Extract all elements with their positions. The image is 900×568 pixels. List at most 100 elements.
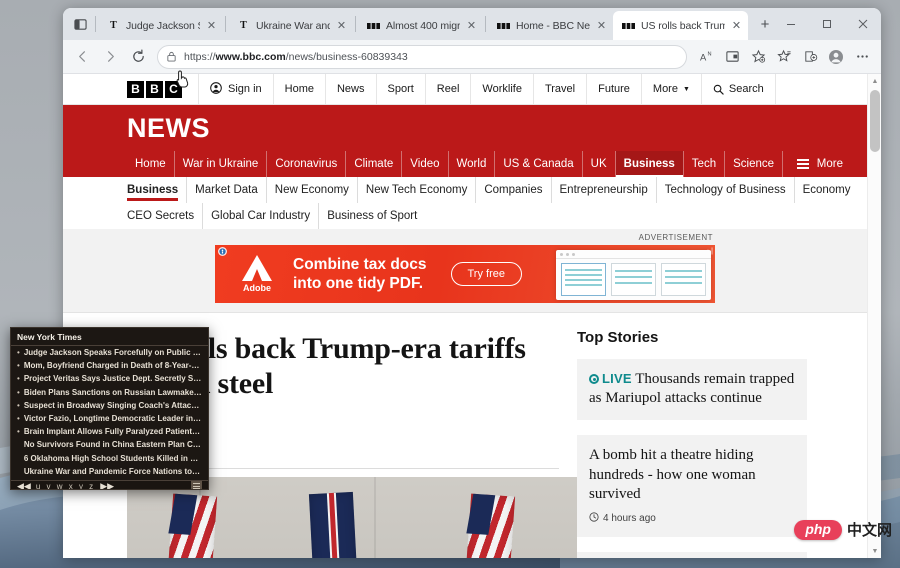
page-scrollbar[interactable]: ▲ ▼: [867, 74, 881, 558]
advertisement-label: ADVERTISEMENT: [638, 233, 713, 242]
global-nav-sport[interactable]: Sport: [375, 74, 425, 104]
browser-tab-active[interactable]: US rolls back Trump-e ✕: [613, 11, 748, 40]
address-bar[interactable]: https://www.bbc.com/news/business-608393…: [157, 44, 687, 69]
advertisement-cta-button[interactable]: Try free: [450, 262, 522, 286]
tab-title: Ukraine War and Pande: [256, 19, 330, 32]
section-nav-home[interactable]: Home: [127, 151, 174, 177]
previous-button[interactable]: ◀◀: [17, 481, 31, 489]
browser-tab[interactable]: Almost 400 migrants c ✕: [358, 11, 483, 40]
tab-title: Home - BBC News: [516, 19, 590, 32]
widget-headline: 6 Oklahoma High School Students Killed i…: [23, 453, 202, 463]
widget-list-item[interactable]: • Project Veritas Says Justice Dept. Sec…: [11, 374, 208, 387]
scroll-down-arrow[interactable]: ▼: [868, 544, 881, 558]
profile-icon[interactable]: [823, 44, 849, 70]
close-button[interactable]: [845, 8, 881, 39]
widget-list-item[interactable]: • 6 Oklahoma High School Students Killed…: [11, 454, 208, 467]
tab-search-icon[interactable]: [67, 11, 93, 37]
url-text: https://www.bbc.com/news/business-608393…: [184, 50, 408, 63]
advertisement-artwork-docs: [556, 259, 711, 300]
refresh-icon[interactable]: [125, 44, 151, 70]
subnav-companies[interactable]: Companies: [475, 177, 550, 203]
forward-icon[interactable]: [97, 44, 123, 70]
global-nav-search[interactable]: Search: [700, 74, 775, 104]
top-story-card[interactable]: Oligarch says he ditched mansions before…: [577, 551, 807, 558]
section-nav-uk[interactable]: UK: [581, 151, 615, 177]
global-nav-future[interactable]: Future: [586, 74, 641, 104]
global-nav-more[interactable]: More ▼: [640, 74, 701, 104]
close-icon[interactable]: ✕: [464, 18, 479, 33]
section-nav-tech[interactable]: Tech: [682, 151, 724, 177]
section-nav-video[interactable]: Video: [401, 151, 447, 177]
section-nav-science[interactable]: Science: [724, 151, 782, 177]
top-story-timestamp: 4 hours ago: [589, 512, 795, 525]
minimize-button[interactable]: [773, 8, 809, 39]
close-icon[interactable]: ✕: [204, 18, 219, 33]
top-story-card[interactable]: LIVE Thousands remain trapped as Mariupo…: [577, 359, 807, 421]
collections-icon[interactable]: [797, 44, 823, 70]
subnav-economy[interactable]: Economy: [793, 177, 859, 203]
subnav-new-tech-economy[interactable]: New Tech Economy: [356, 177, 475, 203]
widget-list-item[interactable]: • Suspect in Broadway Singing Coach's At…: [11, 401, 208, 414]
subnav-business[interactable]: Business: [127, 177, 186, 203]
top-story-headline: A bomb hit a theatre hiding hundreds - h…: [589, 447, 756, 502]
widget-list-item[interactable]: • Judge Jackson Speaks Forcefully on Pub…: [11, 348, 208, 361]
section-nav-us-canada[interactable]: US & Canada: [494, 151, 581, 177]
back-icon[interactable]: [69, 44, 95, 70]
widget-list-item[interactable]: • Victor Fazio, Longtime Democratic Lead…: [11, 414, 208, 427]
section-nav-more[interactable]: More: [781, 151, 867, 177]
add-favorite-icon[interactable]: [745, 44, 771, 70]
widget-list-item[interactable]: • Mom, Boyfriend Charged in Death of 8-Y…: [11, 361, 208, 374]
widget-headline: Mom, Boyfriend Charged in Death of 8-Yea…: [23, 361, 202, 371]
close-icon[interactable]: ✕: [334, 18, 349, 33]
account-icon: [210, 81, 222, 97]
subnav-ceo-secrets[interactable]: CEO Secrets: [127, 203, 202, 229]
immersive-reader-icon[interactable]: [719, 44, 745, 70]
widget-list-item[interactable]: • Biden Plans Sanctions on Russian Lawma…: [11, 388, 208, 401]
section-nav-climate[interactable]: Climate: [345, 151, 401, 177]
scrollbar-thumb[interactable]: [870, 90, 880, 152]
bbc-news-masthead[interactable]: NEWS: [63, 105, 867, 151]
widget-headline: Biden Plans Sanctions on Russian Lawmake…: [23, 387, 202, 397]
advertisement-banner[interactable]: ▸| Adobe Combine tax docs into one tidy …: [215, 245, 715, 303]
global-nav-home[interactable]: Home: [272, 74, 325, 104]
widget-list-item[interactable]: • No Survivors Found in China Eastern Pl…: [11, 440, 208, 453]
widget-menu-icon[interactable]: [191, 480, 202, 489]
section-nav-world[interactable]: World: [447, 151, 495, 177]
chevron-down-icon: ▼: [682, 85, 690, 93]
site-permissions-icon[interactable]: [166, 51, 177, 62]
top-story-card[interactable]: A bomb hit a theatre hiding hundreds - h…: [577, 435, 807, 537]
subnav-technology-of-business[interactable]: Technology of Business: [655, 177, 794, 203]
bbc-logo-block: B: [127, 80, 144, 98]
top-story-headline: LIVE Thousands remain trapped as Mariupo…: [589, 370, 795, 408]
browser-tab[interactable]: Home - BBC News ✕: [488, 11, 613, 40]
section-nav-business[interactable]: Business: [614, 151, 683, 178]
subnav-market-data[interactable]: Market Data: [186, 177, 266, 203]
widget-list-item[interactable]: • Ukraine War and Pandemic Force Nations…: [11, 467, 208, 480]
section-nav-war-in-ukraine[interactable]: War in Ukraine: [173, 151, 267, 177]
global-nav-news[interactable]: News: [324, 74, 376, 104]
global-nav-travel[interactable]: Travel: [532, 74, 586, 104]
subnav-business-of-sport[interactable]: Business of Sport: [318, 203, 425, 229]
subnav-entrepreneurship[interactable]: Entrepreneurship: [550, 177, 656, 203]
next-button[interactable]: ▶▶: [100, 481, 114, 489]
maximize-button[interactable]: [809, 8, 845, 39]
sign-in-label: Sign in: [228, 83, 262, 95]
favorites-icon[interactable]: [771, 44, 797, 70]
global-nav-worklife[interactable]: Worklife: [470, 74, 533, 104]
section-nav-coronavirus[interactable]: Coronavirus: [266, 151, 345, 177]
widget-list-item[interactable]: • Brain Implant Allows Fully Paralyzed P…: [11, 427, 208, 440]
settings-more-icon[interactable]: [849, 44, 875, 70]
adchoices-icon[interactable]: [218, 247, 227, 256]
read-aloud-icon[interactable]: AN: [693, 44, 719, 70]
browser-tab[interactable]: T Judge Jackson Speaks ✕: [98, 11, 223, 40]
subnav-new-economy[interactable]: New Economy: [265, 177, 357, 203]
global-nav-reel[interactable]: Reel: [424, 74, 471, 104]
browser-tab[interactable]: T Ukraine War and Pande ✕: [228, 11, 353, 40]
close-icon[interactable]: ✕: [594, 18, 609, 33]
sign-in-link[interactable]: Sign in: [198, 74, 273, 104]
scroll-up-arrow[interactable]: ▲: [868, 74, 881, 88]
tab-title: US rolls back Trump-e: [641, 19, 725, 32]
close-icon[interactable]: ✕: [729, 18, 744, 33]
new-york-times-headlines-widget[interactable]: New York Times • Judge Jackson Speaks Fo…: [10, 327, 209, 490]
subnav-global-car-industry[interactable]: Global Car Industry: [202, 203, 318, 229]
